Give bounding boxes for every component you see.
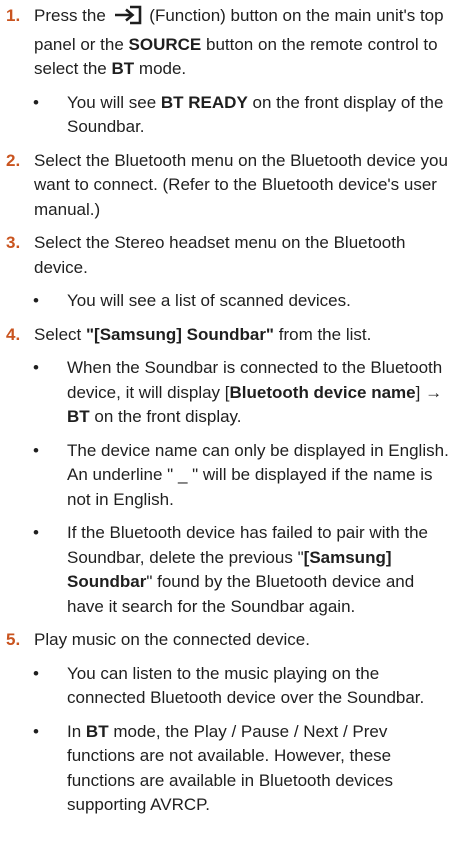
bullet-5-2: • In BT mode, the Play / Pause / Next / … xyxy=(6,720,453,818)
step-4: 4. Select "[Samsung] Soundbar" from the … xyxy=(6,323,453,348)
step-number: 2. xyxy=(6,150,21,170)
bullet-4-1: • When the Soundbar is connected to the … xyxy=(6,356,453,430)
function-input-icon xyxy=(113,5,143,33)
bullet-dot: • xyxy=(33,721,39,741)
step-1: 1. Press the (Function) button on the ma… xyxy=(6,4,453,82)
step-number: 5. xyxy=(6,630,21,649)
bullet-text: You can listen to the music playing on t… xyxy=(67,663,425,708)
step-number: 1. xyxy=(6,6,21,25)
step-text: Select the Stereo headset menu on the Bl… xyxy=(34,233,406,277)
bullet-dot: • xyxy=(33,440,39,460)
step-text: Play music on the connected device. xyxy=(34,630,310,649)
step-5: 5. Play music on the connected device. xyxy=(6,628,453,653)
bullet-text: In BT mode, the Play / Pause / Next / Pr… xyxy=(67,721,394,815)
step-text: Select "[Samsung] Soundbar" from the lis… xyxy=(34,324,372,344)
bullet-4-2: • The device name can only be displayed … xyxy=(6,439,453,513)
step-number: 4. xyxy=(6,324,21,344)
step-text: Press the (Function) button on the main … xyxy=(34,5,444,78)
bullet-text: When the Soundbar is connected to the Bl… xyxy=(67,358,443,426)
step-text: Select the Bluetooth menu on the Bluetoo… xyxy=(34,150,448,219)
step-2: 2. Select the Bluetooth menu on the Blue… xyxy=(6,149,453,223)
bullet-text: The device name can only be displayed in… xyxy=(67,440,449,509)
bullet-dot: • xyxy=(33,523,39,542)
bullet-text: You will see a list of scanned devices. xyxy=(67,291,351,310)
bullet-dot: • xyxy=(33,663,39,683)
step-3: 3. Select the Stereo headset menu on the… xyxy=(6,231,453,280)
bullet-text: If the Bluetooth device has failed to pa… xyxy=(67,523,429,616)
bullet-4-3: • If the Bluetooth device has failed to … xyxy=(6,521,453,619)
bullet-3-1: • You will see a list of scanned devices… xyxy=(6,289,453,314)
bullet-dot: • xyxy=(33,358,39,377)
manual-page: 1. Press the (Function) button on the ma… xyxy=(0,0,459,861)
step-number: 3. xyxy=(6,233,21,252)
bullet-5-1: • You can listen to the music playing on… xyxy=(6,662,453,711)
bullet-dot: • xyxy=(33,291,39,310)
bullet-text: You will see BT READY on the front displ… xyxy=(67,92,444,137)
bullet-1-1: • You will see BT READY on the front dis… xyxy=(6,91,453,140)
bullet-dot: • xyxy=(33,92,39,112)
